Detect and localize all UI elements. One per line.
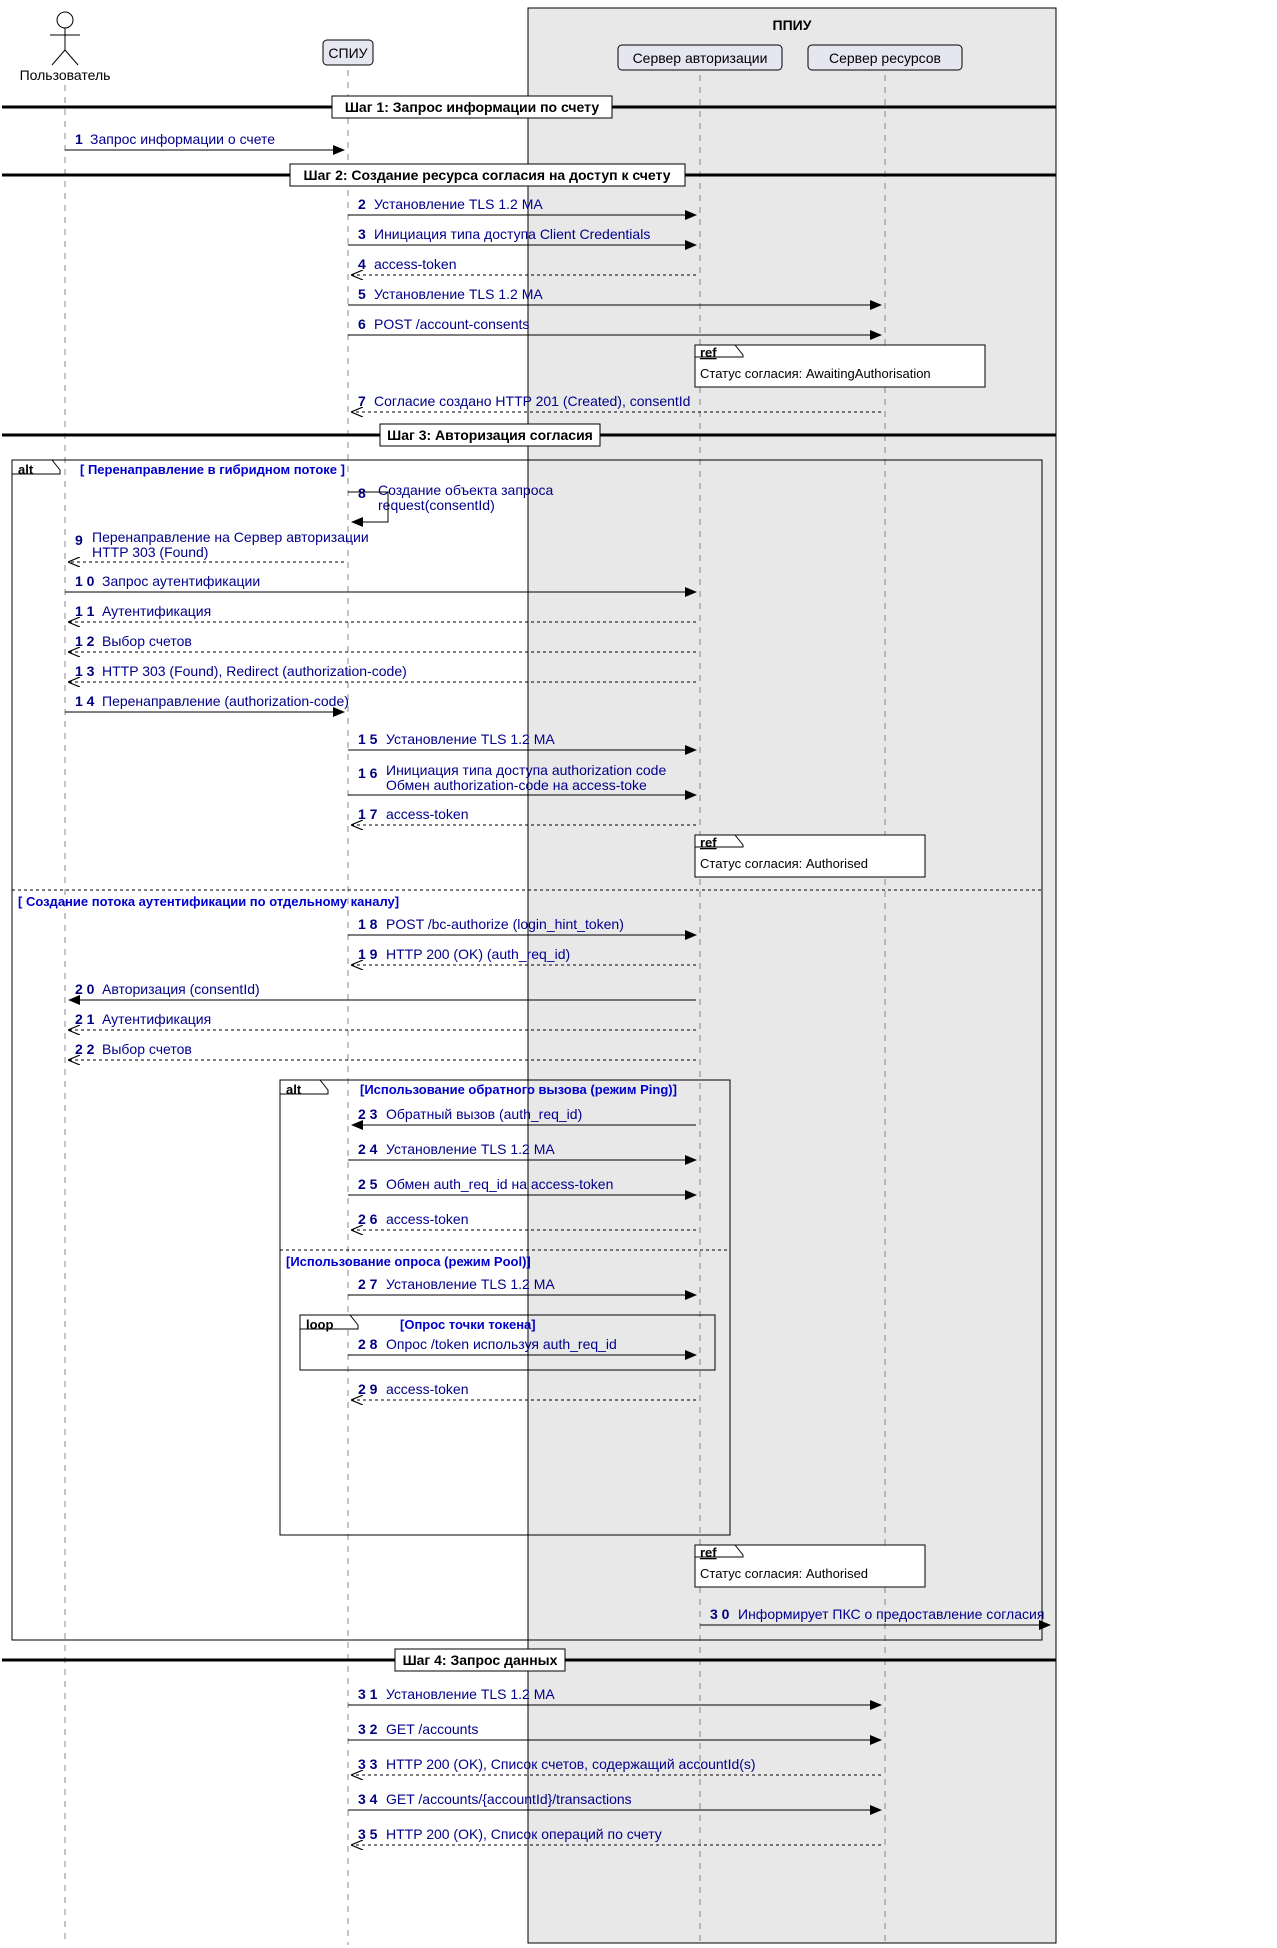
svg-text:1 8: 1 8 — [358, 916, 378, 932]
svg-text:[Опрос точки токена]: [Опрос точки токена] — [400, 1317, 536, 1332]
svg-text:1 9: 1 9 — [358, 946, 378, 962]
svg-text:[ Перенаправление в гибридном: [ Перенаправление в гибридном потоке ] — [80, 462, 345, 477]
svg-text:access-token: access-token — [386, 1381, 468, 1397]
msg-1: Запрос информации о счете — [90, 131, 275, 147]
svg-text:2 9: 2 9 — [358, 1381, 378, 1397]
svg-text:2 6: 2 6 — [358, 1211, 378, 1227]
svg-text:1 3: 1 3 — [75, 663, 95, 679]
svg-text:access-token: access-token — [374, 256, 456, 272]
svg-text:3 2: 3 2 — [358, 1721, 378, 1737]
svg-text:2 0: 2 0 — [75, 981, 95, 997]
svg-text:2 4: 2 4 — [358, 1141, 378, 1157]
user-actor-head — [57, 12, 73, 28]
svg-text:2 2: 2 2 — [75, 1041, 95, 1057]
spiu-label: СПИУ — [328, 45, 367, 61]
svg-text:3 1: 3 1 — [358, 1686, 378, 1702]
svg-text:GET /accounts: GET /accounts — [386, 1721, 478, 1737]
svg-text:HTTP 200 (OK), Список счетов,: HTTP 200 (OK), Список счетов, содержащий… — [386, 1756, 756, 1772]
svg-text:HTTP 303 (Found): HTTP 303 (Found) — [92, 544, 208, 560]
svg-text:4: 4 — [358, 256, 366, 272]
ppiu-box — [528, 8, 1056, 1943]
ref1-text: Статус согласия: AwaitingAuthorisation — [700, 366, 931, 381]
svg-text:1 0: 1 0 — [75, 573, 95, 589]
svg-text:Опрос /token используя auth_re: Опрос /token используя auth_req_id — [386, 1336, 617, 1352]
svg-text:6: 6 — [358, 316, 366, 332]
step3-label: Шаг 3: Авторизация согласия — [387, 427, 593, 443]
svg-text:Выбор счетов: Выбор счетов — [102, 1041, 192, 1057]
sequence-diagram: ППИУ Пользователь СПИУ Сервер авторизаци… — [0, 0, 1277, 1948]
svg-text:ref: ref — [700, 835, 717, 850]
svg-text:alt: alt — [18, 462, 34, 477]
svg-text:3 0: 3 0 — [710, 1606, 730, 1622]
svg-text:3: 3 — [358, 226, 366, 242]
svg-text:3 5: 3 5 — [358, 1826, 378, 1842]
auth-label: Сервер авторизации — [633, 50, 768, 66]
svg-text:Авторизация (consentId): Авторизация (consentId) — [102, 981, 260, 997]
svg-text:Установление TLS 1.2 MA: Установление TLS 1.2 MA — [386, 731, 555, 747]
svg-text:Установление TLS 1.2 MA: Установление TLS 1.2 MA — [374, 196, 543, 212]
svg-text:access-token: access-token — [386, 806, 468, 822]
svg-text:Инициация типа доступа Client: Инициация типа доступа Client Credential… — [374, 226, 650, 242]
svg-text:access-token: access-token — [386, 1211, 468, 1227]
svg-text:POST /bc-authorize (login_hint: POST /bc-authorize (login_hint_token) — [386, 916, 624, 932]
svg-text:Установление TLS 1.2 MA: Установление TLS 1.2 MA — [386, 1276, 555, 1292]
res-label: Сервер ресурсов — [829, 50, 941, 66]
svg-text:2 3: 2 3 — [358, 1106, 378, 1122]
svg-text:HTTP 200 (OK) (auth_req_id): HTTP 200 (OK) (auth_req_id) — [386, 946, 570, 962]
svg-text:8: 8 — [358, 485, 366, 501]
svg-text:Инициация типа доступа authori: Инициация типа доступа authorization cod… — [386, 762, 666, 778]
svg-text:[Использование обратного вызов: [Использование обратного вызова (режим P… — [360, 1082, 677, 1097]
svg-text:Согласие создано HTTP 201 (Cre: Согласие создано HTTP 201 (Created), con… — [374, 393, 690, 409]
svg-text:Обмен auth_req_id на access-to: Обмен auth_req_id на access-token — [386, 1176, 613, 1192]
svg-text:7: 7 — [358, 393, 366, 409]
svg-text:2 1: 2 1 — [75, 1011, 95, 1027]
svg-text:Установление TLS 1.2 MA: Установление TLS 1.2 MA — [374, 286, 543, 302]
svg-text:2 5: 2 5 — [358, 1176, 378, 1192]
svg-text:5: 5 — [358, 286, 366, 302]
svg-text:2: 2 — [358, 196, 366, 212]
ppiu-label: ППИУ — [773, 17, 812, 33]
svg-text:Установление TLS 1.2 MA: Установление TLS 1.2 MA — [386, 1686, 555, 1702]
svg-text:1: 1 — [75, 131, 83, 147]
svg-text:Перенаправление (authorization: Перенаправление (authorization-code) — [102, 693, 349, 709]
svg-text:alt: alt — [286, 1082, 302, 1097]
svg-text:[ Создание потока аутентификац: [ Создание потока аутентификации по отде… — [18, 894, 399, 909]
svg-text:1 2: 1 2 — [75, 633, 95, 649]
svg-text:Обмен authorization-code на ac: Обмен authorization-code на access-toke — [386, 777, 647, 793]
svg-text:Аутентификация: Аутентификация — [102, 603, 211, 619]
svg-text:ref: ref — [700, 345, 717, 360]
svg-text:2 7: 2 7 — [358, 1276, 378, 1292]
svg-text:Перенаправление на Сервер авто: Перенаправление на Сервер авторизации — [92, 529, 369, 545]
svg-text:1 1: 1 1 — [75, 603, 95, 619]
svg-text:3 4: 3 4 — [358, 1791, 378, 1807]
svg-text:Выбор счетов: Выбор счетов — [102, 633, 192, 649]
svg-text:HTTP 200 (OK), Список операций: HTTP 200 (OK), Список операций по счету — [386, 1826, 662, 1842]
svg-text:2 8: 2 8 — [358, 1336, 378, 1352]
svg-text:POST /account-consents: POST /account-consents — [374, 316, 529, 332]
svg-text:Запрос аутентификации: Запрос аутентификации — [102, 573, 260, 589]
svg-text:Информирует ПКС о предоставлен: Информирует ПКС о предоставление согласи… — [738, 1606, 1044, 1622]
svg-text:Обратный вызов (auth_req_id): Обратный вызов (auth_req_id) — [386, 1106, 582, 1122]
step4-label: Шаг 4: Запрос данных — [403, 1652, 558, 1668]
svg-text:loop: loop — [306, 1317, 333, 1332]
step1-label: Шаг 1: Запрос информации по счету — [345, 99, 599, 115]
svg-text:Статус согласия: Authorised: Статус согласия: Authorised — [700, 856, 868, 871]
svg-text:Создание объекта запроса: Создание объекта запроса — [378, 482, 553, 498]
svg-text:Статус согласия: Authorised: Статус согласия: Authorised — [700, 1566, 868, 1581]
svg-text:1 6: 1 6 — [358, 765, 378, 781]
svg-text:3 3: 3 3 — [358, 1756, 378, 1772]
svg-text:GET /accounts/{accountId}/tran: GET /accounts/{accountId}/transactions — [386, 1791, 632, 1807]
svg-text:1 4: 1 4 — [75, 693, 95, 709]
svg-text:ref: ref — [700, 1545, 717, 1560]
svg-text:1 5: 1 5 — [358, 731, 378, 747]
svg-text:9: 9 — [75, 532, 83, 548]
svg-text:[Использование опроса (режим P: [Использование опроса (режим Pool)] — [286, 1254, 531, 1269]
svg-text:request(consentId): request(consentId) — [378, 497, 495, 513]
step2-label: Шаг 2: Создание ресурса согласия на дост… — [304, 167, 671, 183]
svg-text:HTTP 303 (Found), Redirect (au: HTTP 303 (Found), Redirect (authorizatio… — [102, 663, 407, 679]
svg-text:Установление TLS 1.2 MA: Установление TLS 1.2 MA — [386, 1141, 555, 1157]
svg-text:Аутентификация: Аутентификация — [102, 1011, 211, 1027]
user-label: Пользователь — [20, 67, 111, 83]
svg-text:1 7: 1 7 — [358, 806, 378, 822]
